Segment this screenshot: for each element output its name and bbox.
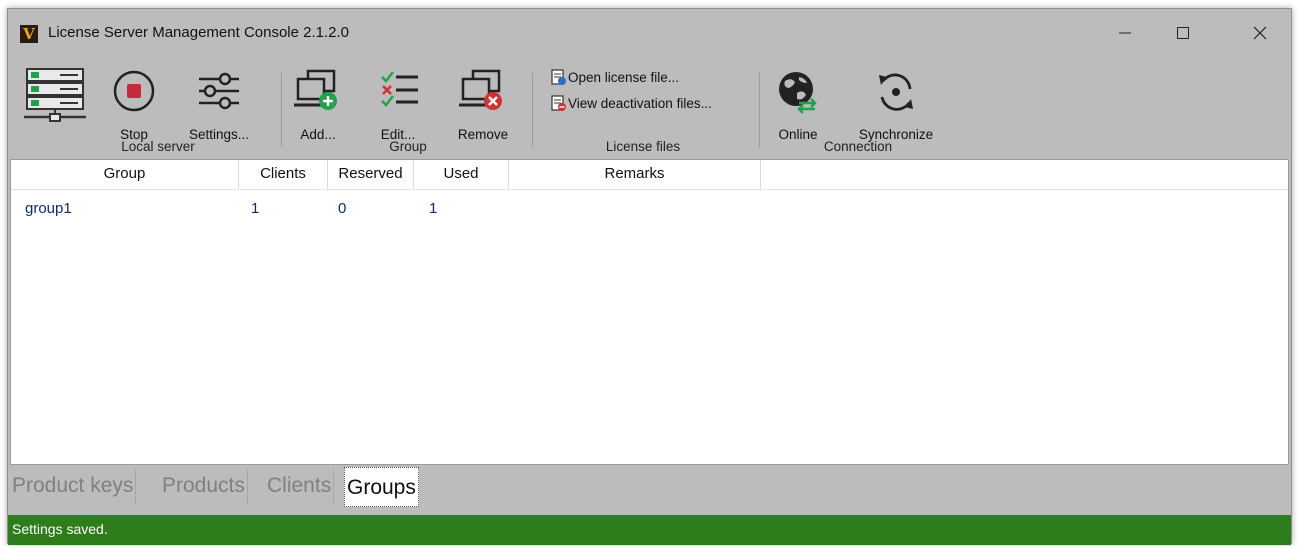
view-deactivation-files-button[interactable]: View deactivation files... [551, 95, 751, 115]
tab-products[interactable]: Products [160, 469, 248, 505]
maximize-button[interactable] [1161, 17, 1205, 49]
add-group-label: Add... [300, 127, 336, 142]
ribbon-separator [759, 73, 760, 147]
cell-clients: 1 [251, 200, 260, 217]
minimize-button[interactable] [1103, 17, 1147, 49]
settings-button[interactable]: Settings... [184, 65, 254, 145]
tab-clients[interactable]: Clients [265, 469, 335, 505]
edit-group-button[interactable]: Edit... [370, 65, 426, 145]
connection-group-label: Connection [823, 139, 893, 154]
open-license-file-button[interactable]: Open license file... [551, 69, 751, 89]
online-button[interactable]: Online [770, 65, 826, 145]
local-server-group-label: Local server [121, 139, 195, 154]
synchronize-button[interactable]: Synchronize [846, 65, 946, 145]
window-title: License Server Management Console 2.1.2.… [48, 24, 350, 41]
license-files-group-label: License files [605, 139, 681, 154]
remove-group-button[interactable]: Remove [448, 65, 518, 145]
app-logo-icon: V [20, 25, 38, 43]
globe-sync-icon [779, 72, 817, 114]
open-license-file-label: Open license file... [568, 70, 680, 85]
groups-table[interactable]: Group Clients Reserved Used Remarks grou… [10, 159, 1289, 465]
close-icon [1253, 26, 1267, 40]
view-deactivation-files-label: View deactivation files... [568, 96, 712, 111]
open-file-icon [551, 69, 566, 85]
add-computer-icon [294, 69, 337, 110]
table-row[interactable]: group1 1 0 1 [11, 160, 1288, 222]
tab-groups[interactable]: Groups [344, 467, 419, 507]
stop-button[interactable]: Stop [106, 65, 162, 145]
ribbon-toolbar: Stop Settings... Local server Add... Edi… [8, 55, 1291, 159]
add-group-button[interactable]: Add... [290, 65, 346, 145]
remove-computer-icon [459, 69, 502, 110]
stop-icon [113, 70, 155, 112]
ribbon-separator [281, 73, 282, 147]
cell-reserved: 0 [338, 200, 347, 217]
main-window: V License Server Management Console 2.1.… [7, 8, 1292, 545]
ribbon-separator [532, 73, 533, 147]
cell-used: 1 [429, 200, 438, 217]
minimize-icon [1119, 32, 1131, 34]
status-text: Settings saved. [12, 521, 108, 537]
sync-icon [879, 73, 913, 111]
status-bar: Settings saved. [8, 515, 1291, 545]
tab-strip: Product keys Products Clients Groups [8, 465, 1291, 513]
deactivation-file-icon [551, 95, 566, 111]
cell-group: group1 [25, 200, 72, 217]
server-icon [24, 68, 86, 122]
tab-product-keys[interactable]: Product keys [10, 469, 137, 505]
sliders-icon [199, 72, 239, 110]
maximize-icon [1177, 27, 1189, 39]
server-status-icon [24, 65, 88, 127]
group-group-label: Group [389, 139, 427, 154]
title-bar[interactable]: V License Server Management Console 2.1.… [8, 9, 1291, 55]
close-button[interactable] [1238, 17, 1282, 49]
checklist-icon [381, 71, 418, 107]
